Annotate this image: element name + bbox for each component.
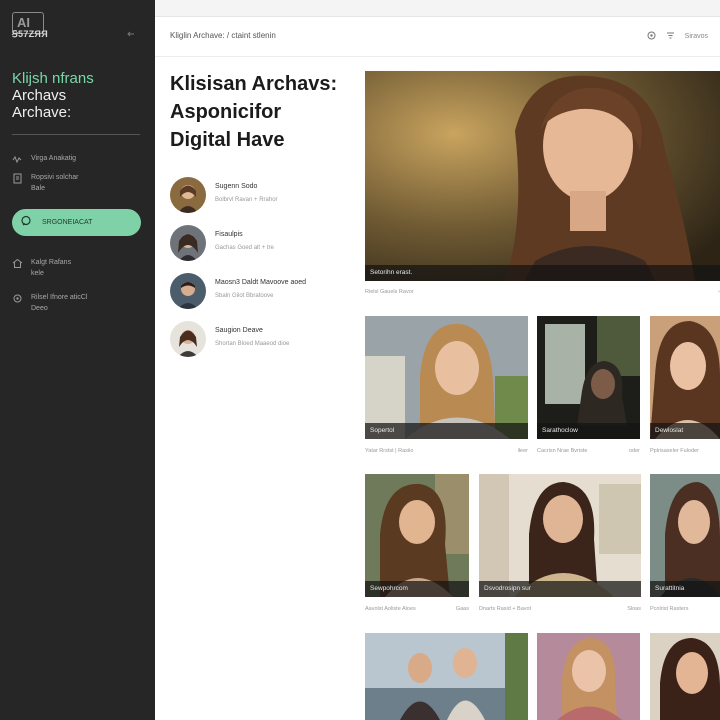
sidebar-title-line1: Klijsh nfrans bbox=[12, 70, 94, 87]
sidebar-item-sub: Deeo bbox=[31, 305, 48, 312]
gear-icon bbox=[12, 292, 23, 304]
card-meta-aux: Gaas bbox=[455, 606, 469, 612]
sidebar-item-sub: Bale bbox=[31, 185, 46, 192]
card-meta-text: Pcolrist Rasters bbox=[650, 606, 689, 612]
waveform-icon bbox=[12, 153, 23, 165]
brand-name: Ꞩ57ZЯЯ bbox=[12, 29, 48, 39]
primary-action-label: SRGONEIACAT bbox=[42, 219, 93, 226]
sidebar-item-analytics[interactable]: Virga Anakatig bbox=[12, 153, 142, 165]
photo-caption: Sopertol bbox=[365, 423, 528, 439]
photo-caption: Setorihn erast. bbox=[365, 265, 720, 281]
sidebar-item-label: Kalgt Rafans bbox=[31, 259, 72, 266]
sidebar-item-label: Virga Anakatig bbox=[31, 155, 77, 162]
photo-card[interactable]: Sarathoclow bbox=[537, 316, 640, 439]
primary-action-button[interactable]: SRGONEIACAT bbox=[12, 209, 141, 236]
person-name: Saugion Deave bbox=[215, 327, 263, 334]
list-item[interactable]: Saugion Deave Shortan Bloed Maaeod dioe bbox=[170, 321, 350, 357]
person-meta: Sbaln Gilot Bbratoove bbox=[215, 293, 274, 299]
page-title: Klisisan Archavs: Asponicifor Digital Ha… bbox=[170, 70, 355, 154]
settings-icon[interactable] bbox=[647, 31, 656, 42]
card-meta: Yatar Rrstst | Rasiio ileer bbox=[365, 448, 528, 454]
photo-card[interactable]: Dewloslat bbox=[650, 316, 720, 439]
home-icon bbox=[12, 257, 23, 269]
avatar bbox=[170, 225, 206, 261]
collapse-sidebar-icon[interactable] bbox=[127, 30, 135, 40]
card-meta-aux: ileer bbox=[517, 448, 528, 454]
sidebar-item-archive[interactable]: Ropsivi solchar Bale bbox=[12, 172, 142, 194]
avatar bbox=[170, 177, 206, 213]
avatar bbox=[170, 321, 206, 357]
photo-caption: Sewpohrcom bbox=[365, 581, 469, 597]
header-right-label[interactable]: Siravos bbox=[685, 33, 708, 40]
photo-card[interactable] bbox=[365, 633, 528, 720]
card-meta-text: Cacrisn Nrae Bvriste bbox=[537, 448, 588, 454]
chat-icon bbox=[20, 214, 32, 232]
sidebar-item-label: Rilsel Ifnore aticCl bbox=[31, 294, 88, 301]
avatar bbox=[170, 273, 206, 309]
card-meta: Pcolrist Rasters bbox=[650, 606, 720, 612]
list-item[interactable]: Maosn3 Daldt Mavoove aoed Sbaln Gilot Bb… bbox=[170, 273, 350, 309]
photo-card[interactable]: Sopertol bbox=[365, 316, 528, 439]
card-meta-aux: Sloas bbox=[627, 606, 641, 612]
document-icon bbox=[12, 172, 23, 184]
person-name: Maosn3 Daldt Mavoove aoed bbox=[215, 279, 307, 286]
photo-caption: Dewloslat bbox=[650, 423, 720, 439]
filter-icon[interactable] bbox=[666, 31, 675, 42]
card-meta-aux: oder bbox=[628, 448, 640, 454]
card-meta-text: Pplrisaseler Fuloder bbox=[650, 448, 699, 454]
photo-card[interactable] bbox=[537, 633, 640, 720]
photo-card[interactable]: Dsvodrosipn sur bbox=[479, 474, 641, 597]
card-meta: Dnarts Rasid + Bavot Sloas bbox=[479, 606, 641, 612]
card-meta: Aavolst Aoliste Aloes Gaas bbox=[365, 606, 469, 612]
logo-text: AI bbox=[17, 15, 30, 30]
photo-caption: Surattitnia bbox=[650, 581, 720, 597]
page-title-line2: Asponicifor bbox=[170, 101, 282, 123]
photo-card[interactable]: Surattitnia bbox=[650, 474, 720, 597]
card-meta-text: Yatar Rrstst | Rasiio bbox=[365, 448, 414, 454]
person-name: Sugenn Sodo bbox=[215, 183, 258, 190]
page-title-line1: Klisisan Archavs: bbox=[170, 73, 338, 95]
photo-caption: Sarathoclow bbox=[537, 423, 640, 439]
sidebar-title-line2: Archavs bbox=[12, 87, 67, 104]
page-title-line3: Digital Have bbox=[170, 129, 285, 151]
sidebar-title-line3: Archave: bbox=[12, 104, 72, 121]
card-meta-text: Aavolst Aoliste Aloes bbox=[365, 606, 416, 612]
sidebar-item-label: Ropsivi solchar bbox=[31, 174, 79, 181]
card-meta: Cacrisn Nrae Bvriste oder bbox=[537, 448, 640, 454]
window-top-bar bbox=[155, 0, 720, 17]
hero-meta: Rielsl Gauels Ravor › bbox=[365, 289, 720, 295]
person-meta: Shortan Bloed Maaeod dioe bbox=[215, 341, 290, 347]
person-meta: Bolbrvl Ravan + Rrahor bbox=[215, 197, 278, 203]
photo-card[interactable]: Sewpohrcom bbox=[365, 474, 469, 597]
app-window: AI Ꞩ57ZЯЯ Klijsh nfrans Archavs Archave:… bbox=[0, 0, 720, 720]
sidebar-title: Klijsh nfrans Archavs Archave: bbox=[12, 70, 147, 121]
sidebar-item-sub: kele bbox=[31, 270, 44, 277]
sidebar-item-collections[interactable]: Kalgt Rafans kele bbox=[12, 257, 142, 279]
sidebar: AI Ꞩ57ZЯЯ Klijsh nfrans Archavs Archave:… bbox=[0, 0, 155, 720]
person-meta: Gachas Goed alt + tre bbox=[215, 245, 274, 251]
header-actions: Siravos bbox=[647, 31, 708, 42]
hero-photo[interactable]: Setorihn erast. bbox=[365, 71, 720, 281]
photo-card[interactable] bbox=[650, 633, 720, 720]
photo-caption: Dsvodrosipn sur bbox=[479, 581, 641, 597]
page-header: Kliglin Archave: / ctaint stlenin Siravo… bbox=[155, 17, 720, 57]
breadcrumb[interactable]: Kliglin Archave: / ctaint stlenin bbox=[170, 31, 276, 40]
list-item[interactable]: Fisaulpis Gachas Goed alt + tre bbox=[170, 225, 350, 261]
sidebar-divider bbox=[12, 134, 140, 135]
sidebar-item-settings[interactable]: Rilsel Ifnore aticCl Deeo bbox=[12, 292, 142, 314]
card-meta: Pplrisaseler Fuloder bbox=[650, 448, 720, 454]
list-item[interactable]: Sugenn Sodo Bolbrvl Ravan + Rrahor bbox=[170, 177, 350, 213]
person-name: Fisaulpis bbox=[215, 231, 243, 238]
card-meta-text: Dnarts Rasid + Bavot bbox=[479, 606, 532, 612]
hero-meta-text: Rielsl Gauels Ravor bbox=[365, 289, 414, 295]
